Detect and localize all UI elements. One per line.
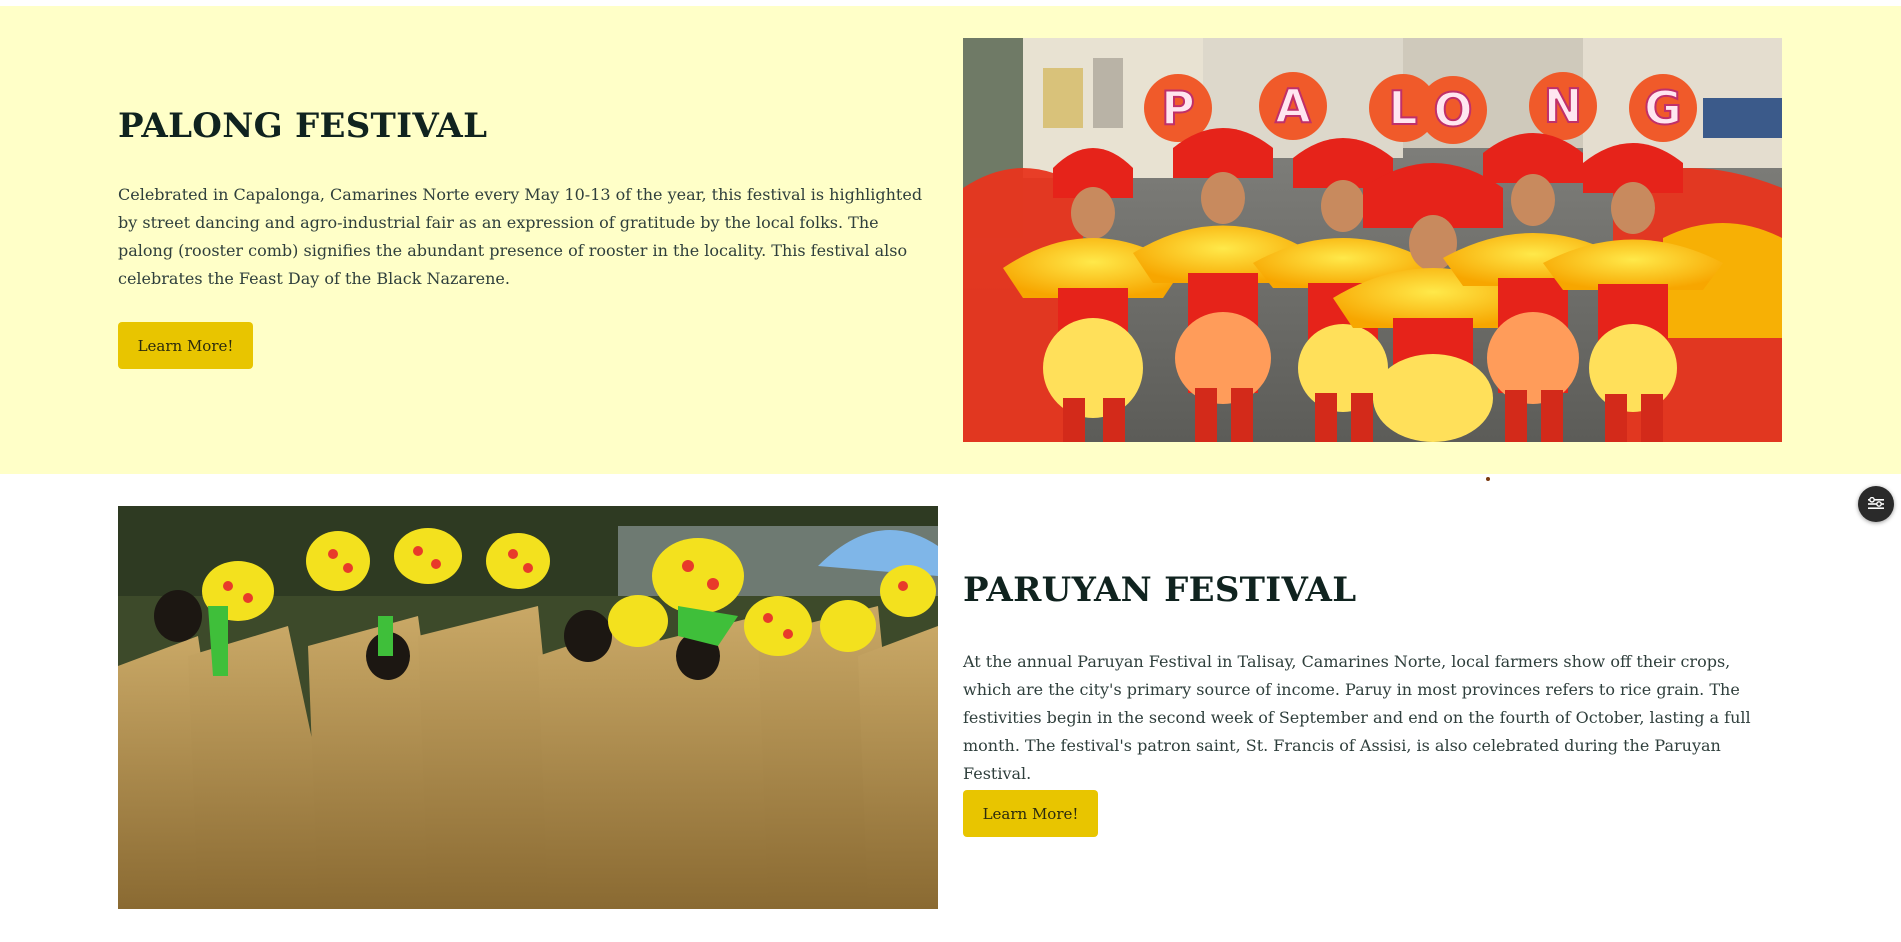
paruyan-learn-more-button[interactable]: Learn More! <box>963 790 1098 837</box>
palong-sign-letter: O <box>1433 83 1472 137</box>
sliders-icon <box>1868 497 1884 509</box>
palong-festival-image: P A L O N G <box>963 38 1782 442</box>
palong-sign-letter: P <box>1161 81 1195 135</box>
palong-festival-section: PALONG FESTIVAL Celebrated in Capalonga,… <box>0 6 1901 474</box>
paruyan-festival-section: PARUYAN FESTIVAL At the annual Paruyan F… <box>0 474 1901 942</box>
palong-learn-more-button[interactable]: Learn More! <box>118 322 253 369</box>
palong-sign-letter: A <box>1275 79 1311 133</box>
palong-festival-title: PALONG FESTIVAL <box>118 106 488 146</box>
paruyan-festival-title: PARUYAN FESTIVAL <box>963 570 1357 610</box>
floating-menu-button[interactable] <box>1858 486 1894 522</box>
paruyan-festival-description: At the annual Paruyan Festival in Talisa… <box>963 652 1751 783</box>
paruyan-festival-image <box>118 506 938 909</box>
palong-sign-letter: G <box>1644 81 1682 135</box>
page: PALONG FESTIVAL Celebrated in Capalonga,… <box>0 0 1901 942</box>
palong-sign-letter: L <box>1388 81 1417 135</box>
palong-festival-description: Celebrated in Capalonga, Camarines Norte… <box>118 185 923 288</box>
palong-sign-letter: N <box>1544 79 1583 133</box>
